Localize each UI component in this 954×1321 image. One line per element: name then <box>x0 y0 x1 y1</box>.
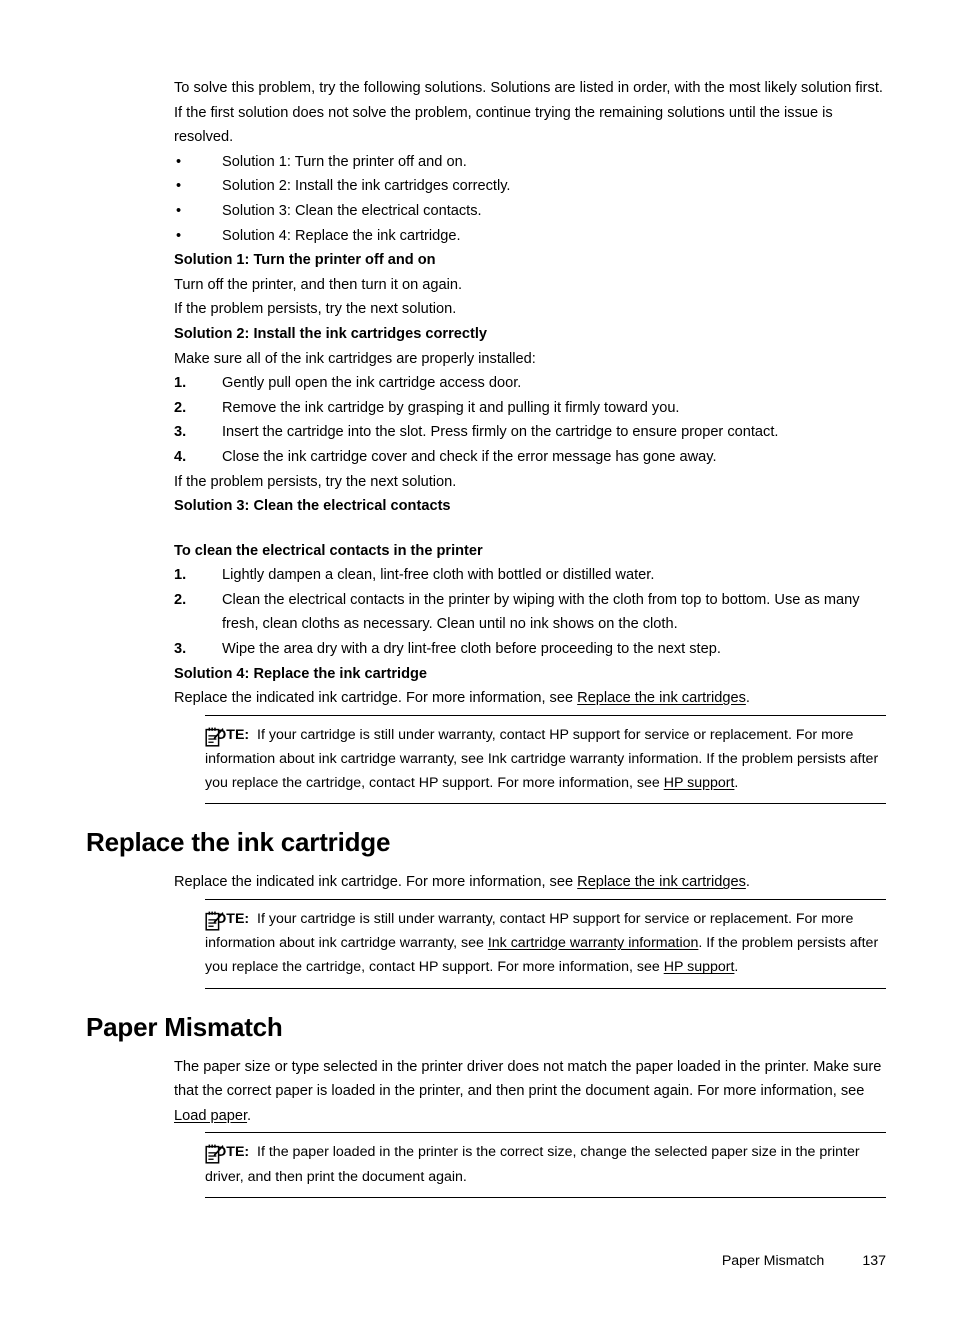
solution-2-closing: If the problem persists, try the next so… <box>174 473 457 490</box>
paper-mismatch-body: The paper size or type selected in the p… <box>174 1055 886 1129</box>
solution-4-heading: Solution 4: Replace the ink cartridge <box>174 665 428 682</box>
list-item: • Solution 2: Install the ink cartridges… <box>174 174 886 199</box>
note-ink-cartridge-warranty-text: Ink cartridge warranty information <box>487 751 699 768</box>
step-number: 3. <box>174 424 187 441</box>
link-load-paper[interactable]: Load paper <box>174 1108 247 1124</box>
step-number: 1. <box>174 567 187 584</box>
solution-1-paragraph-2: If the problem persists, try the next so… <box>174 301 457 318</box>
note-box-solution-4: NOTE: If your cartridge is still under wa… <box>174 714 886 805</box>
list-item: • Solution 1: Turn the printer off and o… <box>174 150 886 175</box>
link-ink-cartridge-warranty-information[interactable]: Ink cartridge warranty information <box>488 935 699 951</box>
replace-paragraph-prefix: Replace the indicated ink cartridge. For… <box>174 874 578 891</box>
list-item: • Solution 3: Clean the electrical conta… <box>174 199 886 224</box>
solution-1-paragraph-1: Turn off the printer, and then turn it o… <box>174 276 463 293</box>
step-text: Lightly dampen a clean, lint-free cloth … <box>222 567 655 584</box>
list-item-label: Solution 2: Install the ink cartridges c… <box>222 178 511 195</box>
bullet-icon: • <box>176 153 182 170</box>
paper-mismatch-paragraph-prefix: The paper size or type selected in the p… <box>174 1058 882 1100</box>
solution-2-heading: Solution 2: Install the ink cartridges c… <box>174 325 488 342</box>
step-text: Close the ink cartridge cover and check … <box>222 448 717 465</box>
note-pencil-icon <box>205 1143 224 1164</box>
replace-section-body: Replace the indicated ink cartridge. For… <box>174 870 886 895</box>
paper-mismatch-paragraph-suffix: . <box>247 1107 252 1124</box>
step-text: Wipe the area dry with a dry lint-free c… <box>222 641 721 658</box>
solution-3-steps: 1. Lightly dampen a clean, lint-free clo… <box>174 563 886 661</box>
solution-4-paragraph-prefix: Replace the indicated ink cartridge. For… <box>174 690 578 707</box>
solution-4-paragraph-suffix: . <box>745 690 750 707</box>
step-number: 4. <box>174 448 187 465</box>
solution-3-heading: Solution 3: Clean the electrical contact… <box>174 498 451 515</box>
step-number: 1. <box>174 375 187 392</box>
replace-paragraph-suffix: . <box>745 874 750 891</box>
list-item: 1. Gently pull open the ink cartridge ac… <box>174 371 886 396</box>
note-content: NOTE: If your cartridge is still under wa… <box>205 900 886 988</box>
note-box-replace-section: NOTE: If your cartridge is still under wa… <box>174 899 886 989</box>
solution-2-steps: 1. Gently pull open the ink cartridge ac… <box>174 371 886 469</box>
list-item: 1. Lightly dampen a clean, lint-free clo… <box>174 563 886 588</box>
list-item: 3. Wipe the area dry with a dry lint-fre… <box>174 637 886 662</box>
solution-4-paragraph: Replace the indicated ink cartridge. For… <box>174 686 886 711</box>
note-text-seg-5: . <box>734 775 739 792</box>
solution-4-block: Solution 4: Replace the ink cartridge Re… <box>174 662 886 711</box>
link-hp-support[interactable]: HP support <box>664 959 735 975</box>
step-text: Clean the electrical contacts in the pri… <box>222 591 860 633</box>
footer-section-title: Paper Mismatch <box>721 1253 825 1269</box>
solution-3-procedure-heading: To clean the electrical contacts in the … <box>174 542 483 559</box>
list-item: 2. Clean the electrical contacts in the … <box>174 588 886 637</box>
step-text: Gently pull open the ink cartridge acces… <box>222 375 522 392</box>
document-page: To solve this problem, try the following… <box>0 0 954 1321</box>
link-hp-support[interactable]: HP support <box>664 775 735 791</box>
step-number: 3. <box>174 641 187 658</box>
note-content: NOTE: If the paper loaded in the printer … <box>205 1133 886 1196</box>
bullet-icon: • <box>176 227 182 244</box>
page-footer: Paper Mismatch 137 <box>0 1252 954 1270</box>
solution-3-block: Solution 3: Clean the electrical contact… <box>174 494 886 662</box>
replace-section-paragraph: Replace the indicated ink cartridge. For… <box>174 870 886 895</box>
list-item-label: Solution 4: Replace the ink cartridge. <box>222 227 461 244</box>
step-text: Remove the ink cartridge by grasping it … <box>222 399 680 416</box>
paper-mismatch-paragraph: The paper size or type selected in the p… <box>174 1055 886 1129</box>
list-item: 3. Insert the cartridge into the slot. P… <box>174 420 886 445</box>
solution-1-heading: Solution 1: Turn the printer off and on <box>174 252 436 269</box>
bullet-list: • Solution 1: Turn the printer off and o… <box>174 150 886 248</box>
bullet-icon: • <box>176 178 182 195</box>
link-replace-the-ink-cartridges[interactable]: Replace the ink cartridges <box>577 874 746 890</box>
solution-2-block: Solution 2: Install the ink cartridges c… <box>174 322 886 494</box>
note-bottom-rule <box>205 803 886 805</box>
solution-overview-list: • Solution 1: Turn the printer off and o… <box>174 150 886 248</box>
note-text-seg-5: . <box>734 959 739 976</box>
step-number: 2. <box>174 591 187 608</box>
solution-1-block: Solution 1: Turn the printer off and on … <box>174 248 886 322</box>
intro-block: To solve this problem, try the following… <box>174 76 886 150</box>
solution-2-intro: Make sure all of the ink cartridges are … <box>174 350 536 367</box>
note-content: NOTE: If your cartridge is still under wa… <box>205 716 886 804</box>
step-text: Insert the cartridge into the slot. Pres… <box>222 424 779 441</box>
page-title-paper-mismatch: Paper Mismatch <box>86 1011 283 1042</box>
note-bottom-rule <box>205 987 886 989</box>
link-replace-the-ink-cartridges[interactable]: Replace the ink cartridges <box>577 690 746 706</box>
step-number: 2. <box>174 399 187 416</box>
page-content: To solve this problem, try the following… <box>86 76 886 1198</box>
page-title-replace-the-ink-cartridge: Replace the ink cartridge <box>86 827 391 858</box>
note-text: If the paper loaded in the printer is th… <box>205 1144 860 1185</box>
list-item-label: Solution 3: Clean the electrical contact… <box>222 202 482 219</box>
note-bottom-rule <box>205 1196 886 1198</box>
bullet-icon: • <box>176 202 182 219</box>
note-box-paper-mismatch: NOTE: If the paper loaded in the printer … <box>174 1132 886 1198</box>
note-pencil-icon <box>205 726 224 747</box>
list-item-label: Solution 1: Turn the printer off and on. <box>222 153 467 170</box>
intro-paragraph: To solve this problem, try the following… <box>174 80 883 146</box>
list-item: • Solution 4: Replace the ink cartridge. <box>174 224 886 249</box>
note-pencil-icon <box>205 910 224 931</box>
footer-page-number: 137 <box>862 1253 886 1269</box>
list-item: 2. Remove the ink cartridge by grasping … <box>174 396 886 421</box>
list-item: 4. Close the ink cartridge cover and che… <box>174 445 886 470</box>
